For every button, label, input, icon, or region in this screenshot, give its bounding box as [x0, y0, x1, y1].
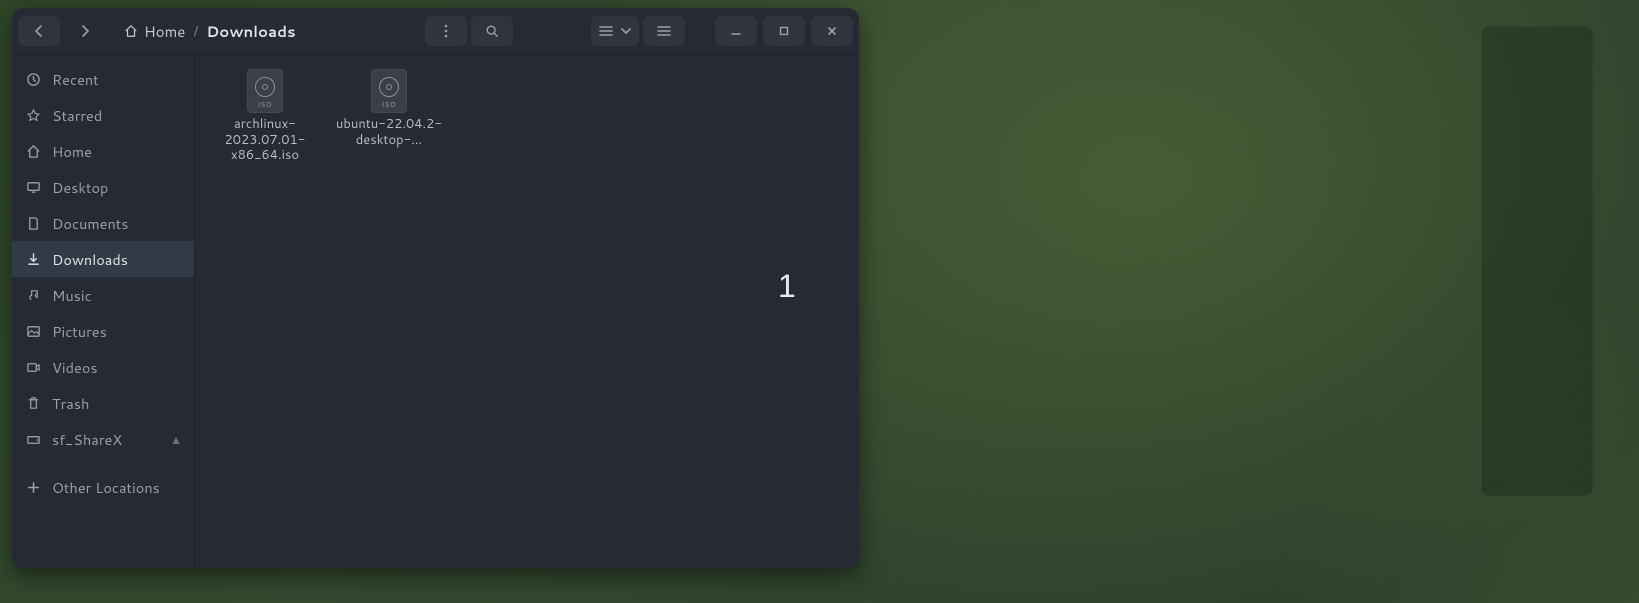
search-icon: [485, 24, 499, 38]
sidebar-item-label: Home: [52, 141, 92, 162]
breadcrumb-home[interactable]: Home: [124, 21, 185, 42]
breadcrumb: Home / Downloads: [116, 16, 415, 46]
download-icon: [24, 252, 42, 267]
minimize-button[interactable]: [715, 16, 757, 46]
sidebar-item-downloads[interactable]: Downloads: [12, 241, 194, 277]
sidebar-item-label: Trash: [52, 393, 89, 414]
breadcrumb-current-label: Downloads: [206, 21, 295, 42]
search-button[interactable]: [471, 16, 513, 46]
sidebar-item-label: Downloads: [52, 249, 128, 270]
music-icon: [24, 288, 42, 303]
sidebar-item-trash[interactable]: Trash: [12, 385, 194, 421]
file-grid[interactable]: archlinux-2023.07.01-x86_64.iso ubuntu-2…: [195, 55, 859, 568]
file-label: ubuntu-22.04.2-desktop-…: [334, 117, 444, 148]
nav-forward-button[interactable]: [64, 16, 106, 46]
document-icon: [24, 216, 42, 231]
nav-back-button[interactable]: [18, 16, 60, 46]
file-label: archlinux-2023.07.01-x86_64.iso: [210, 117, 320, 164]
minimize-icon: [730, 25, 742, 37]
desktop-icon: [24, 180, 42, 195]
location-menu-button[interactable]: [425, 16, 467, 46]
home-icon: [24, 144, 42, 159]
sidebar-item-label: Desktop: [52, 177, 108, 198]
close-button[interactable]: [811, 16, 853, 46]
desktop-background: Home / Downloads: [0, 0, 1639, 603]
hamburger-menu-button[interactable]: [643, 16, 685, 46]
breadcrumb-separator: /: [193, 21, 198, 41]
sidebar-item-home[interactable]: Home: [12, 133, 194, 169]
sidebar-item-starred[interactable]: Starred: [12, 97, 194, 133]
home-icon: [124, 24, 138, 38]
file-item[interactable]: ubuntu-22.04.2-desktop-…: [327, 65, 451, 152]
sidebar-item-documents[interactable]: Documents: [12, 205, 194, 241]
maximize-button[interactable]: [763, 16, 805, 46]
video-icon: [24, 360, 42, 375]
iso-file-icon: [247, 69, 283, 113]
sidebar-item-label: Pictures: [52, 321, 107, 342]
sidebar-item-label: Recent: [52, 69, 99, 90]
view-toggle-button[interactable]: [591, 16, 639, 46]
star-icon: [24, 108, 42, 123]
maximize-icon: [778, 25, 790, 37]
eject-icon[interactable]: ▲: [170, 431, 182, 448]
breadcrumb-home-label: Home: [144, 21, 185, 42]
image-icon: [24, 324, 42, 339]
hamburger-icon: [657, 25, 671, 37]
sidebar-item-sharex[interactable]: sf_ShareX ▲: [12, 421, 194, 457]
sidebar: Recent Starred Home Desktop Documents: [12, 55, 195, 568]
sidebar-item-videos[interactable]: Videos: [12, 349, 194, 385]
sidebar-item-music[interactable]: Music: [12, 277, 194, 313]
sidebar-item-desktop[interactable]: Desktop: [12, 169, 194, 205]
sidebar-item-pictures[interactable]: Pictures: [12, 313, 194, 349]
overlay-number: 1: [778, 268, 796, 305]
file-manager-window: Home / Downloads: [12, 8, 859, 568]
sidebar-item-recent[interactable]: Recent: [12, 61, 194, 97]
chevron-right-icon: [80, 25, 90, 37]
chevron-down-icon: [617, 27, 635, 35]
sidebar-item-label: Documents: [52, 213, 128, 234]
list-view-icon: [595, 25, 617, 37]
chevron-left-icon: [34, 25, 44, 37]
clock-icon: [24, 72, 42, 87]
sidebar-item-label: sf_ShareX: [52, 429, 122, 450]
close-icon: [826, 25, 838, 37]
iso-file-icon: [371, 69, 407, 113]
workspace-indicator-panel: [1481, 26, 1593, 496]
plus-icon: [24, 480, 42, 495]
sidebar-item-label: Starred: [52, 105, 102, 126]
trash-icon: [24, 396, 42, 411]
sidebar-item-other-locations[interactable]: Other Locations: [12, 469, 194, 505]
drive-icon: [24, 432, 42, 447]
kebab-icon: [444, 24, 448, 38]
titlebar: Home / Downloads: [12, 8, 859, 55]
sidebar-item-label: Other Locations: [52, 477, 160, 498]
file-item[interactable]: archlinux-2023.07.01-x86_64.iso: [203, 65, 327, 168]
sidebar-item-label: Videos: [52, 357, 98, 378]
sidebar-item-label: Music: [52, 285, 92, 306]
breadcrumb-current[interactable]: Downloads: [206, 21, 295, 42]
